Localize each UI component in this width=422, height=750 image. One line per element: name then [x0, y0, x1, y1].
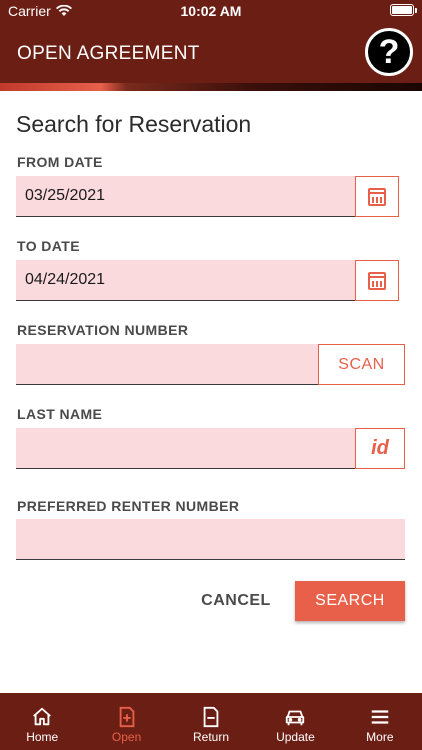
from-date-label: FROM DATE [17, 154, 103, 170]
battery-icon [390, 4, 417, 16]
tab-update[interactable]: Update [253, 693, 337, 750]
open-plus-icon [119, 706, 134, 728]
tab-home[interactable]: Home [0, 693, 84, 750]
tab-more[interactable]: More [338, 693, 422, 750]
calendar-icon [368, 187, 386, 206]
clock: 10:02 AM [180, 3, 242, 19]
tab-update-label: Update [276, 730, 315, 744]
to-date-label: TO DATE [17, 238, 80, 254]
bottom-tab-bar: Home Open Return Update More [0, 693, 422, 750]
car-icon [286, 710, 305, 726]
preferred-renter-number-input[interactable] [16, 519, 405, 560]
cancel-button[interactable]: CANCEL [196, 586, 276, 616]
last-name-input[interactable] [16, 428, 356, 469]
return-minus-icon [203, 706, 219, 728]
reservation-number-label: RESERVATION NUMBER [17, 322, 189, 338]
tab-more-label: More [366, 730, 394, 744]
scan-button[interactable]: SCAN [318, 344, 405, 385]
to-date-value: 04/24/2021 [25, 271, 106, 288]
home-icon [33, 707, 52, 726]
id-icon: id [371, 437, 389, 459]
header-accent-stripe [0, 83, 422, 91]
tab-return-label: Return [193, 730, 230, 744]
tab-open[interactable]: Open [84, 693, 168, 750]
to-date-field[interactable]: 04/24/2021 [16, 260, 356, 301]
question-mark-icon: ? [378, 32, 400, 71]
last-name-label: LAST NAME [17, 406, 103, 422]
calendar-icon [368, 271, 386, 290]
tab-open-label: Open [111, 730, 142, 744]
help-button[interactable]: ? [365, 28, 413, 76]
search-button[interactable]: SEARCH [295, 581, 405, 621]
menu-icon [371, 710, 389, 724]
tab-home-label: Home [26, 730, 59, 744]
open-agreement-screen: Carrier 10:02 AM OPEN AGREEMENT ? Search… [0, 0, 422, 750]
from-date-value: 03/25/2021 [25, 187, 106, 204]
reservation-number-input[interactable] [16, 344, 318, 385]
status-bar: Carrier 10:02 AM [0, 0, 422, 22]
page-title: OPEN AGREEMENT [17, 43, 200, 64]
preferred-renter-number-label: PREFERRED RENTER NUMBER [17, 498, 240, 514]
scan-button-label: SCAN [338, 355, 385, 373]
to-date-calendar-button[interactable] [355, 260, 399, 301]
from-date-field[interactable]: 03/25/2021 [16, 176, 356, 217]
id-scan-button[interactable]: id [355, 428, 405, 469]
section-heading: Search for Reservation [16, 111, 252, 137]
app-header: OPEN AGREEMENT ? [0, 22, 422, 83]
tab-return[interactable]: Return [169, 693, 253, 750]
from-date-calendar-button[interactable] [355, 176, 399, 217]
